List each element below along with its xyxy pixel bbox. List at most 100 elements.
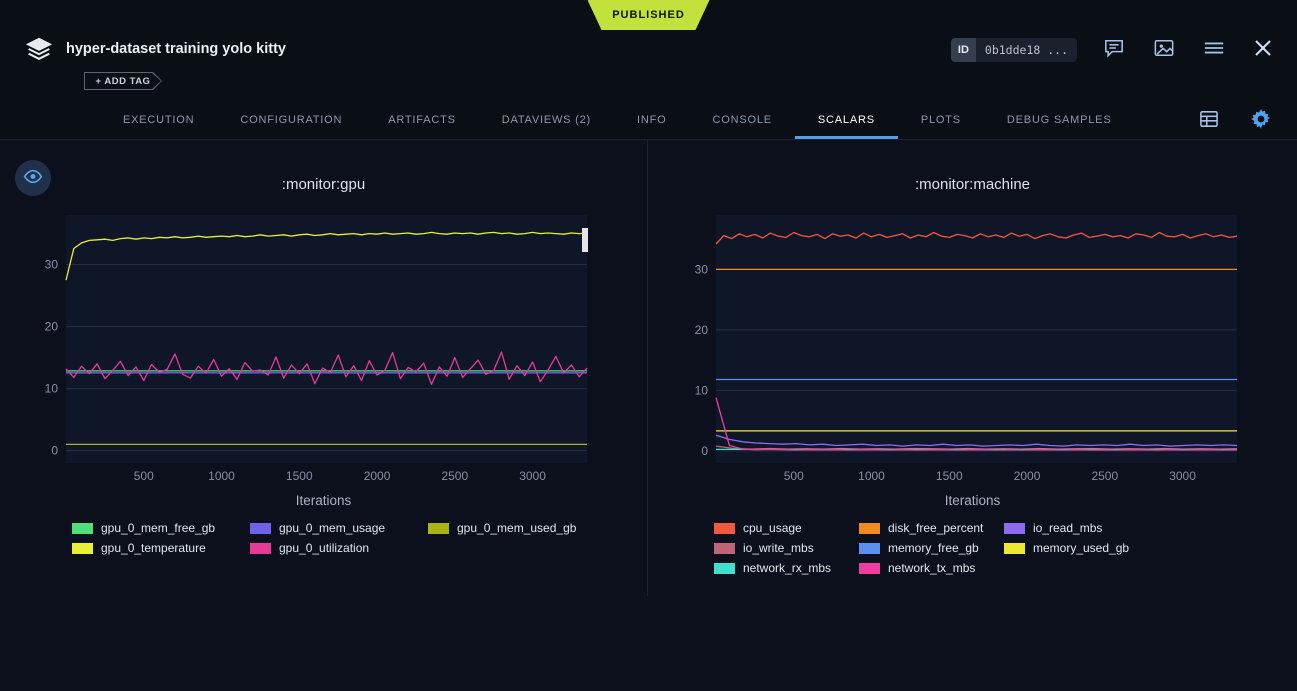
legend-item[interactable]: cpu_usage <box>714 518 859 538</box>
legend-label: gpu_0_temperature <box>101 541 206 555</box>
svg-text:1500: 1500 <box>936 469 963 483</box>
legend-swatch <box>250 543 271 554</box>
svg-text:2500: 2500 <box>441 469 468 483</box>
close-button[interactable] <box>1251 36 1275 63</box>
svg-text:2500: 2500 <box>1091 469 1118 483</box>
legend-item[interactable]: network_rx_mbs <box>714 558 859 578</box>
tabbar-actions <box>1197 100 1273 140</box>
tab-console[interactable]: CONSOLE <box>689 100 794 139</box>
legend-item[interactable]: memory_used_gb <box>1004 538 1149 558</box>
experiment-window: PUBLISHED hyper-dataset training yolo ki… <box>0 0 1297 691</box>
svg-text:1000: 1000 <box>208 469 235 483</box>
eye-icon <box>23 169 43 187</box>
svg-text:10: 10 <box>695 383 709 397</box>
comment-button[interactable] <box>1101 36 1127 63</box>
legend-label: gpu_0_mem_free_gb <box>101 521 215 535</box>
svg-text:10: 10 <box>45 382 59 396</box>
tab-plots[interactable]: PLOTS <box>898 100 984 139</box>
id-value: 0b1dde18 ... <box>976 38 1077 62</box>
tab-bar: EXECUTION CONFIGURATION ARTIFACTS DATAVI… <box>0 100 1297 140</box>
legend-swatch <box>72 523 93 534</box>
close-icon <box>1253 38 1273 61</box>
gpu-chart-panel: :monitor:gpu 010203050010001500200025003… <box>0 140 648 596</box>
machine-chart-panel: :monitor:machine 0 10 20 30 500 1000 1500 2000 2… <box>648 140 1297 596</box>
legend-label: memory_used_gb <box>1033 541 1129 555</box>
gear-icon <box>1251 109 1271 132</box>
legend-label: gpu_0_mem_usage <box>279 521 385 535</box>
tab-debug-samples[interactable]: DEBUG SAMPLES <box>984 100 1135 139</box>
svg-text:1500: 1500 <box>286 469 313 483</box>
svg-text:20: 20 <box>695 323 709 337</box>
settings-button[interactable] <box>1249 107 1273 134</box>
scalars-content: :monitor:gpu 0 10 20 30 500 1000 1500 2000 2500 3… <box>0 140 1297 691</box>
svg-text:3000: 3000 <box>519 469 546 483</box>
add-tag-label: + ADD TAG <box>85 73 161 89</box>
machine-chart[interactable]: 010203050010001500200025003000 <box>680 207 1245 487</box>
header-actions: ID 0b1dde18 ... <box>951 36 1275 63</box>
legend-swatch <box>714 563 735 574</box>
svg-text:0: 0 <box>701 444 708 458</box>
svg-text:0: 0 <box>51 444 58 458</box>
legend-item[interactable]: gpu_0_mem_free_gb <box>72 518 250 538</box>
legend-item[interactable]: gpu_0_mem_usage <box>250 518 428 538</box>
menu-icon <box>1203 39 1225 60</box>
svg-text:500: 500 <box>784 469 804 483</box>
legend-swatch <box>1004 523 1025 534</box>
tab-dataviews[interactable]: DATAVIEWS (2) <box>479 100 614 139</box>
legend-label: gpu_0_mem_used_gb <box>457 521 576 535</box>
legend-swatch <box>859 523 880 534</box>
legend-label: gpu_0_utilization <box>279 541 369 555</box>
legend: cpu_usage disk_free_percent io_read_mbs io_… <box>714 518 1184 578</box>
tabs: EXECUTION CONFIGURATION ARTIFACTS DATAVI… <box>100 100 1134 139</box>
svg-text:30: 30 <box>695 262 709 276</box>
legend-label: cpu_usage <box>743 521 802 535</box>
status-badge: PUBLISHED <box>588 0 710 30</box>
legend-item[interactable]: gpu_0_mem_used_gb <box>428 518 606 538</box>
table-icon <box>1199 110 1219 131</box>
image-view-button[interactable] <box>1151 36 1177 63</box>
legend: gpu_0_mem_free_gb gpu_0_mem_usage gpu_0_me… <box>72 518 632 558</box>
legend-label: disk_free_percent <box>888 521 983 535</box>
clearml-logo-icon <box>24 35 54 63</box>
tab-scalars[interactable]: SCALARS <box>795 100 898 139</box>
add-tag-button[interactable]: + ADD TAG <box>84 72 162 90</box>
details-menu-button[interactable] <box>1201 37 1227 62</box>
id-label: ID <box>951 38 976 62</box>
legend-swatch <box>428 523 449 534</box>
legend-swatch <box>714 523 735 534</box>
legend-item[interactable]: gpu_0_utilization <box>250 538 428 558</box>
image-icon <box>1153 38 1175 61</box>
legend-item[interactable]: memory_free_gb <box>859 538 1004 558</box>
tab-configuration[interactable]: CONFIGURATION <box>217 100 365 139</box>
legend-label: memory_free_gb <box>888 541 979 555</box>
tab-artifacts[interactable]: ARTIFACTS <box>365 100 479 139</box>
svg-text:2000: 2000 <box>1014 469 1041 483</box>
tab-execution[interactable]: EXECUTION <box>100 100 217 139</box>
legend-item[interactable]: network_tx_mbs <box>859 558 1004 578</box>
chart-title-machine: :monitor:machine <box>648 176 1297 193</box>
svg-text:20: 20 <box>45 320 59 334</box>
gpu-chart[interactable]: 010203050010001500200025003000 <box>30 207 595 487</box>
legend-swatch <box>859 543 880 554</box>
svg-text:1000: 1000 <box>858 469 885 483</box>
x-axis-label-machine: Iterations <box>648 493 1297 508</box>
comment-icon <box>1103 38 1125 61</box>
legend-item[interactable]: disk_free_percent <box>859 518 1004 538</box>
tab-info[interactable]: INFO <box>614 100 689 139</box>
header: PUBLISHED hyper-dataset training yolo ki… <box>0 0 1297 100</box>
legend-item[interactable]: io_read_mbs <box>1004 518 1149 538</box>
hide-show-button[interactable] <box>15 160 51 196</box>
legend-swatch <box>714 543 735 554</box>
legend-item[interactable]: gpu_0_temperature <box>72 538 250 558</box>
legend-item[interactable]: io_write_mbs <box>714 538 859 558</box>
svg-text:2000: 2000 <box>364 469 391 483</box>
legend-swatch <box>250 523 271 534</box>
svg-text:500: 500 <box>134 469 154 483</box>
legend-swatch <box>859 563 880 574</box>
chart-panels: :monitor:gpu 0 10 20 30 500 1000 1500 2000 2500 3… <box>0 140 1297 596</box>
experiment-title: hyper-dataset training yolo kitty <box>66 41 286 57</box>
experiment-id-chip[interactable]: ID 0b1dde18 ... <box>951 38 1077 62</box>
chart-title-gpu: :monitor:gpu <box>0 176 647 193</box>
metrics-table-button[interactable] <box>1197 108 1221 133</box>
legend-label: io_write_mbs <box>743 541 814 555</box>
